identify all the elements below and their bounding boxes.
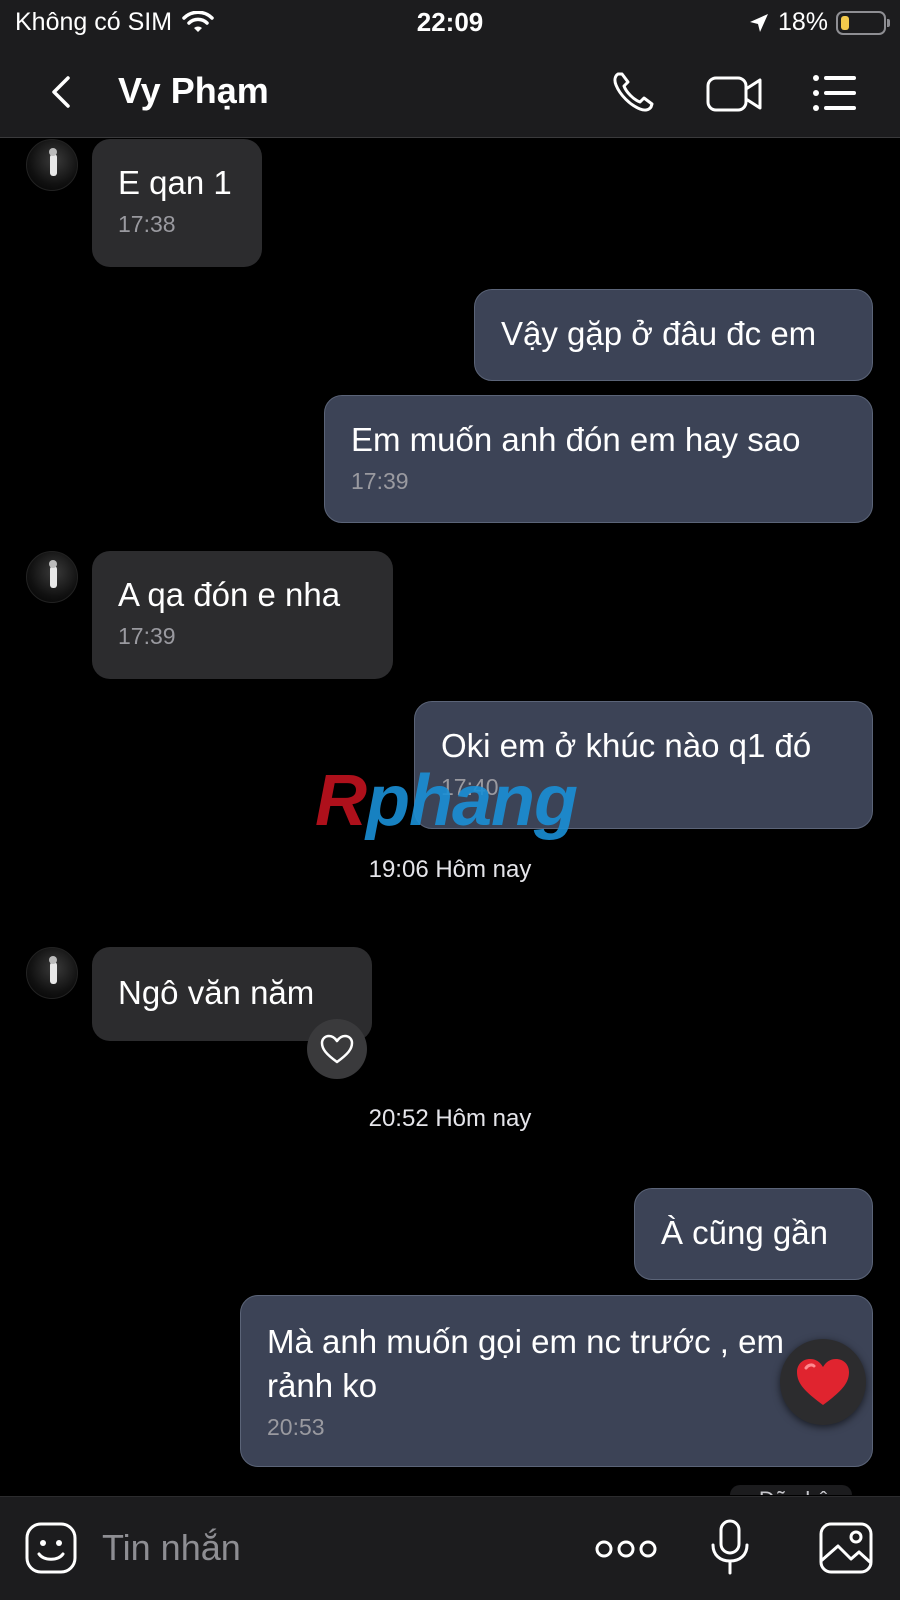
battery-percent: 18%	[777, 8, 828, 36]
message-text: Mà anh muốn gọi em nc trước , em rảnh ko	[267, 1323, 784, 1404]
chat-header: Vy Phạm	[0, 46, 900, 138]
video-camera-icon[interactable]	[704, 66, 764, 120]
seen-label: Đã nhận	[759, 1487, 842, 1495]
back-icon[interactable]	[40, 70, 84, 114]
message-text: A qa đón e nha	[118, 576, 341, 613]
message-composer	[0, 1496, 900, 1600]
contact-avatar[interactable]	[26, 139, 78, 191]
location-arrow-icon	[749, 13, 768, 32]
date-divider: 20:52 Hôm nay	[368, 1105, 532, 1132]
contact-name[interactable]: Vy Phạm	[118, 70, 269, 112]
heart-reaction[interactable]	[780, 1339, 866, 1425]
message-time: 17:39	[351, 468, 409, 494]
message-text: Em muốn anh đón em hay sao	[351, 421, 801, 458]
status-bar: Không có SIM 22:09 18%	[0, 0, 900, 46]
message-bubble-outgoing[interactable]: À cũng gần	[634, 1188, 873, 1280]
message-time: 17:39	[118, 623, 176, 649]
message-text: Vậy gặp ở đâu đc em	[501, 315, 817, 352]
message-bubble-incoming[interactable]: A qa đón e nha 17:39	[92, 551, 393, 679]
battery-level	[841, 15, 849, 30]
status-right: 18%	[748, 8, 890, 37]
message-text: E qan 1	[118, 164, 232, 201]
more-dots-icon[interactable]	[594, 1529, 658, 1569]
phone-icon[interactable]	[606, 66, 660, 120]
message-text: À cũng gần	[661, 1214, 828, 1251]
battery-icon	[836, 10, 890, 35]
message-time: 20:53	[267, 1414, 325, 1440]
date-divider: 19:06 Hôm nay	[368, 856, 532, 883]
message-bubble-outgoing[interactable]: Mà anh muốn gọi em nc trước , em rảnh ko…	[240, 1295, 873, 1467]
message-bubble-incoming[interactable]: E qan 1 17:38	[92, 139, 262, 267]
image-icon[interactable]	[818, 1521, 874, 1575]
double-check-icon: «	[740, 1487, 752, 1495]
heart-outline-icon	[320, 1034, 354, 1064]
heart-filled-icon	[797, 1359, 849, 1405]
seen-status: « Đã nhận	[730, 1485, 852, 1495]
contact-avatar[interactable]	[26, 947, 78, 999]
contact-avatar[interactable]	[26, 551, 78, 603]
menu-list-icon[interactable]	[808, 66, 862, 120]
message-bubble-outgoing[interactable]: Vậy gặp ở đâu đc em	[474, 289, 873, 381]
message-bubble-outgoing[interactable]: Em muốn anh đón em hay sao 17:39	[324, 395, 873, 523]
watermark-logo: Rphang	[315, 761, 578, 841]
emoji-sticker-icon[interactable]	[24, 1521, 78, 1575]
message-text: Ngô văn năm	[118, 974, 315, 1011]
react-button[interactable]	[307, 1019, 367, 1079]
microphone-icon[interactable]	[708, 1519, 752, 1577]
message-input[interactable]	[102, 1521, 552, 1575]
message-time: 17:38	[118, 211, 176, 237]
